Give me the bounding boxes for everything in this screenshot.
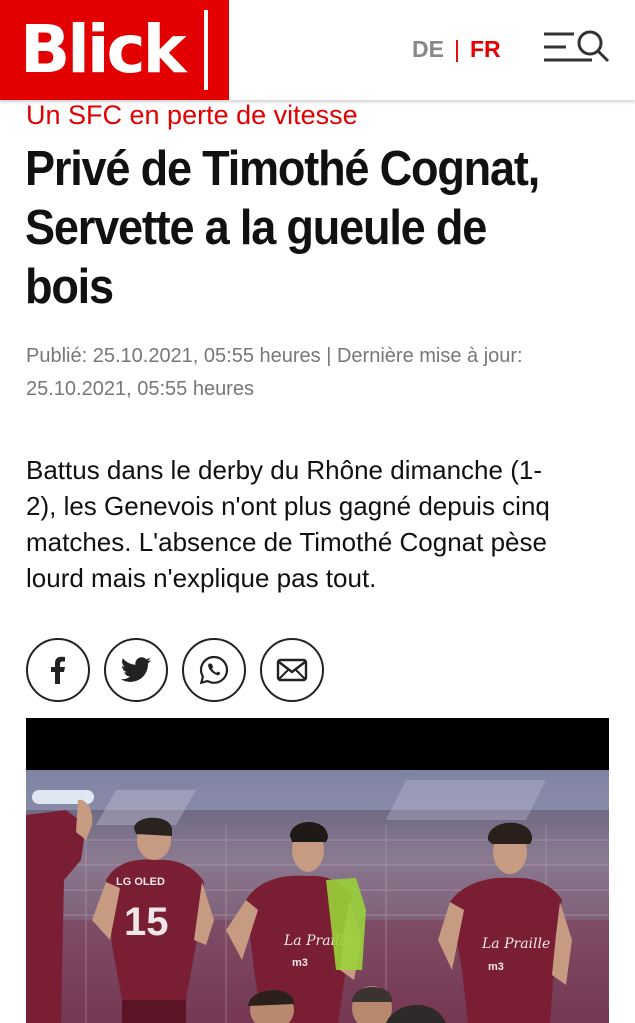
jersey-sponsor: m3 — [292, 957, 308, 969]
logo-text: Blick — [20, 11, 187, 88]
headline-line: Servette a la gueule de — [25, 201, 487, 255]
share-facebook-button[interactable] — [26, 638, 90, 702]
jersey-number: 15 — [124, 900, 169, 944]
facebook-icon — [51, 656, 65, 684]
lang-fr-link[interactable]: FR — [470, 36, 501, 63]
headline-line: Privé de Timothé Cognat, — [25, 142, 540, 196]
language-switcher: DE | FR — [412, 36, 501, 63]
logo-divider — [204, 10, 208, 90]
lang-de-link[interactable]: DE — [412, 36, 444, 63]
lead-line: 2), les Genevois n'ont plus gagné depuis… — [26, 491, 550, 521]
menu-search-button[interactable] — [542, 28, 612, 68]
share-twitter-button[interactable] — [104, 638, 168, 702]
twitter-icon — [120, 657, 151, 682]
article-photo[interactable]: LG OLED 15 La Praille m3 La Praille m3 — [26, 770, 609, 1023]
whatsapp-icon — [199, 655, 229, 685]
publish-info: 25.10.2021, 05:55 heures — [26, 378, 254, 400]
media-black-bar — [26, 718, 609, 770]
article-lead: Battus dans le derby du Rhône dimanche (… — [26, 452, 616, 596]
article-meta: Publié: 25.10.2021, 05:55 heures | Derni… — [26, 340, 606, 406]
menu-search-icon — [544, 30, 610, 63]
site-header: Blick DE | FR — [0, 0, 635, 100]
article-kicker: Un SFC en perte de vitesse — [26, 100, 358, 130]
jersey-sponsor: m3 — [488, 961, 504, 973]
article-hero-media[interactable]: LG OLED 15 La Praille m3 La Praille m3 — [26, 718, 609, 1023]
lang-separator: | — [453, 36, 460, 62]
jersey-sponsor: LG OLED — [116, 876, 165, 888]
lead-line: matches. L'absence de Timothé Cognat pès… — [26, 527, 547, 557]
share-bar — [26, 638, 324, 702]
jersey-sponsor: La Praille — [481, 936, 550, 952]
headline-line: bois — [25, 260, 114, 314]
blick-logo[interactable]: Blick — [0, 0, 229, 100]
share-email-button[interactable] — [260, 638, 324, 702]
article-headline: Privé de Timothé Cognat, Servette a la g… — [25, 140, 614, 317]
lead-line: lourd mais n'explique pas tout. — [26, 563, 377, 593]
publish-info: Publié: 25.10.2021, 05:55 heures | Derni… — [26, 345, 523, 367]
email-icon — [276, 658, 308, 682]
lead-line: Battus dans le derby du Rhône dimanche (… — [26, 455, 542, 485]
share-whatsapp-button[interactable] — [182, 638, 246, 702]
